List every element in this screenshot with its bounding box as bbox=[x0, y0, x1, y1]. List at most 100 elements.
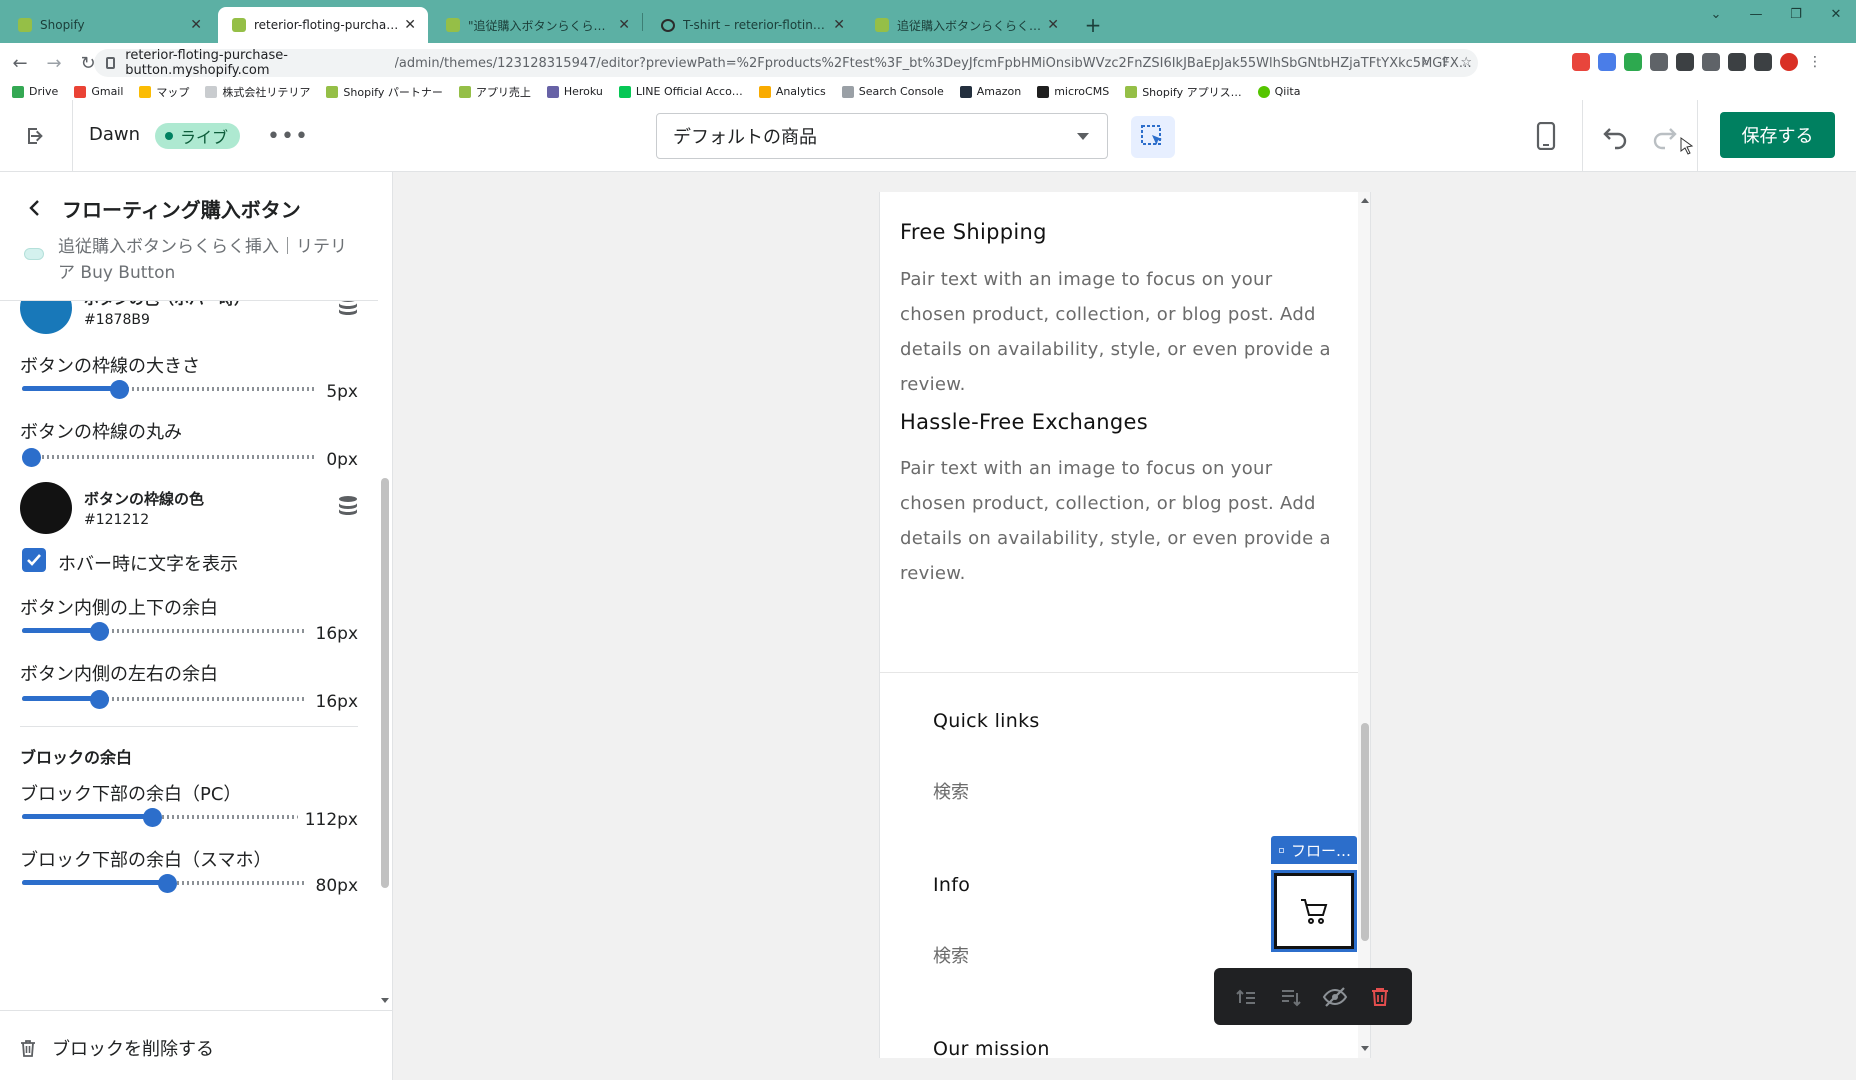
section-text: Pair text with an image to focus on your… bbox=[900, 269, 1331, 395]
shield-icon[interactable] bbox=[1624, 53, 1642, 71]
margin-bottom-pc-slider[interactable] bbox=[22, 808, 298, 827]
exit-editor-button[interactable] bbox=[20, 120, 52, 152]
preview-scrollbar[interactable] bbox=[1358, 192, 1370, 1058]
scrollbar-thumb[interactable] bbox=[381, 478, 389, 888]
minimize-icon[interactable]: — bbox=[1736, 0, 1776, 28]
puzzle-icon[interactable] bbox=[1702, 53, 1720, 71]
back-button[interactable] bbox=[22, 196, 46, 220]
extension-icon[interactable] bbox=[1728, 53, 1746, 71]
show-text-on-hover-checkbox[interactable] bbox=[22, 548, 46, 572]
sidebar-header: フローティング購入ボタン 追従購入ボタンらくらく挿入｜リテリア Buy Butt… bbox=[0, 172, 392, 300]
inspector-toggle-button[interactable] bbox=[1131, 116, 1175, 158]
redo-button[interactable] bbox=[1646, 118, 1682, 154]
color-swatch[interactable] bbox=[20, 482, 72, 534]
bookmark-qiita[interactable]: Qiita bbox=[1257, 85, 1300, 98]
browser-tab-theme-editor[interactable]: reterior-floting-purchase-button ✕ bbox=[218, 7, 428, 43]
setting-hover-color[interactable]: ボタンの色（ホバー時） #1878B9 bbox=[20, 300, 360, 338]
padding-horizontal-slider[interactable] bbox=[22, 690, 307, 709]
browser-tab-tshirt[interactable]: T-shirt – reterior-floting-purchase ✕ bbox=[647, 7, 857, 43]
margin-bottom-sp-slider[interactable] bbox=[22, 874, 307, 893]
move-up-button[interactable] bbox=[1231, 982, 1261, 1012]
padding-vertical-slider[interactable] bbox=[22, 622, 307, 641]
delete-block-toolbar-button[interactable] bbox=[1365, 982, 1395, 1012]
close-icon[interactable]: ✕ bbox=[833, 17, 845, 33]
save-button[interactable]: 保存する bbox=[1720, 112, 1835, 158]
close-icon[interactable]: ✕ bbox=[190, 17, 202, 33]
border-width-slider[interactable] bbox=[22, 380, 317, 399]
url-input[interactable]: reterior-floting-purchase-button.myshopi… bbox=[94, 48, 1478, 78]
translate-icon[interactable] bbox=[1598, 53, 1616, 71]
footer-divider bbox=[880, 672, 1358, 673]
maximize-icon[interactable]: ❐ bbox=[1776, 0, 1816, 28]
slider-thumb[interactable] bbox=[90, 622, 109, 641]
slider-thumb[interactable] bbox=[110, 380, 129, 399]
extension-icon[interactable] bbox=[1676, 53, 1694, 71]
bookmark-shopify-partners[interactable]: Shopify パートナー bbox=[326, 84, 443, 100]
bookmark-line[interactable]: LINE Official Acco… bbox=[618, 85, 743, 98]
scroll-down-arrow[interactable] bbox=[381, 998, 389, 1003]
bookmark-search-console[interactable]: Search Console bbox=[841, 85, 944, 98]
close-window-icon[interactable]: ✕ bbox=[1816, 0, 1856, 28]
footer-heading-our-mission: Our mission bbox=[933, 1038, 1050, 1058]
redo-icon bbox=[1653, 128, 1677, 150]
bookmark-analytics[interactable]: Analytics bbox=[758, 85, 826, 98]
undo-button[interactable] bbox=[1598, 118, 1634, 154]
menu-kebab-icon[interactable]: ⋮ bbox=[1806, 53, 1824, 71]
sidepanel-icon[interactable] bbox=[1754, 53, 1772, 71]
hide-block-button[interactable] bbox=[1320, 982, 1350, 1012]
close-icon[interactable]: ✕ bbox=[1047, 17, 1059, 33]
checkbox-label[interactable]: ホバー時に文字を表示 bbox=[58, 550, 238, 576]
footer-link-search[interactable]: 検索 bbox=[933, 778, 969, 804]
bookmark-shopify-apps[interactable]: Shopify アプリス… bbox=[1125, 84, 1242, 100]
slider-thumb[interactable] bbox=[143, 808, 162, 827]
app-icon bbox=[24, 248, 44, 260]
scroll-down-arrow[interactable] bbox=[1361, 1046, 1369, 1051]
browser-tab-app[interactable]: 追従購入ボタンらくらく挿入 ✕ bbox=[861, 7, 1071, 43]
scrollbar-thumb[interactable] bbox=[1361, 723, 1369, 941]
extension-icon[interactable] bbox=[1572, 53, 1590, 71]
live-badge: ライブ bbox=[155, 123, 241, 149]
floating-purchase-button[interactable] bbox=[1271, 870, 1357, 952]
color-swatch[interactable] bbox=[20, 300, 72, 334]
settings-scroll-area[interactable]: ボタンの色（ホバー時） #1878B9 ボタンの枠線の大きさ 5px ボタンの枠… bbox=[0, 300, 378, 1010]
bookmark-gmail[interactable]: Gmail bbox=[74, 85, 123, 98]
bookmark-maps[interactable]: マップ bbox=[139, 84, 189, 100]
browser-tab-shopify[interactable]: Shopify ✕ bbox=[4, 7, 214, 43]
more-actions-button[interactable]: ••• bbox=[267, 120, 308, 152]
template-select[interactable]: デフォルトの商品 bbox=[656, 113, 1108, 159]
share-icon[interactable]: ⇪ bbox=[1439, 55, 1450, 70]
bookmark-heroku[interactable]: Heroku bbox=[546, 85, 603, 98]
tab-search-icon[interactable]: ⌄ bbox=[1696, 0, 1736, 28]
star-icon[interactable]: ☆ bbox=[1460, 55, 1472, 70]
setting-border-color[interactable]: ボタンの枠線の色 #121212 bbox=[20, 482, 360, 538]
avatar[interactable] bbox=[1780, 53, 1798, 71]
block-title: フローティング購入ボタン bbox=[62, 198, 301, 222]
selected-block-label[interactable]: フロー… bbox=[1271, 836, 1357, 864]
section-text: Pair text with an image to focus on your… bbox=[900, 458, 1331, 584]
forward-arrow-icon[interactable]: → bbox=[40, 49, 68, 77]
mobile-preview-button[interactable] bbox=[1530, 118, 1562, 154]
capture-icon[interactable] bbox=[1650, 53, 1668, 71]
tab-title: 追従購入ボタンらくらく挿入 bbox=[897, 18, 1042, 33]
move-down-button[interactable] bbox=[1276, 982, 1306, 1012]
scroll-up-arrow[interactable] bbox=[1361, 198, 1369, 203]
bookmark-drive[interactable]: Drive bbox=[12, 85, 58, 98]
delete-block-button[interactable]: ブロックを削除する bbox=[18, 1035, 214, 1061]
zoom-icon[interactable]: ⌕ bbox=[1422, 55, 1429, 70]
bookmark-amazon[interactable]: Amazon bbox=[959, 85, 1021, 98]
close-icon[interactable]: ✕ bbox=[404, 17, 416, 33]
slider-thumb[interactable] bbox=[90, 690, 109, 709]
browser-tab-app-listing[interactable]: "追従購入ボタンらくらく挿入 ✕ bbox=[432, 7, 642, 43]
back-arrow-icon[interactable]: ← bbox=[6, 49, 34, 77]
dynamic-source-icon[interactable] bbox=[336, 494, 360, 518]
close-icon[interactable]: ✕ bbox=[618, 17, 630, 33]
new-tab-button[interactable]: + bbox=[1077, 7, 1109, 43]
border-radius-slider[interactable] bbox=[22, 448, 317, 467]
bookmark-company[interactable]: 株式会社リテリア bbox=[205, 84, 310, 100]
footer-link-search[interactable]: 検索 bbox=[933, 942, 969, 968]
slider-thumb[interactable] bbox=[158, 874, 177, 893]
dynamic-source-icon[interactable] bbox=[336, 300, 360, 318]
bookmark-app-sales[interactable]: アプリ売上 bbox=[458, 84, 531, 100]
slider-thumb[interactable] bbox=[22, 448, 41, 467]
bookmark-microcms[interactable]: microCMS bbox=[1037, 85, 1109, 98]
